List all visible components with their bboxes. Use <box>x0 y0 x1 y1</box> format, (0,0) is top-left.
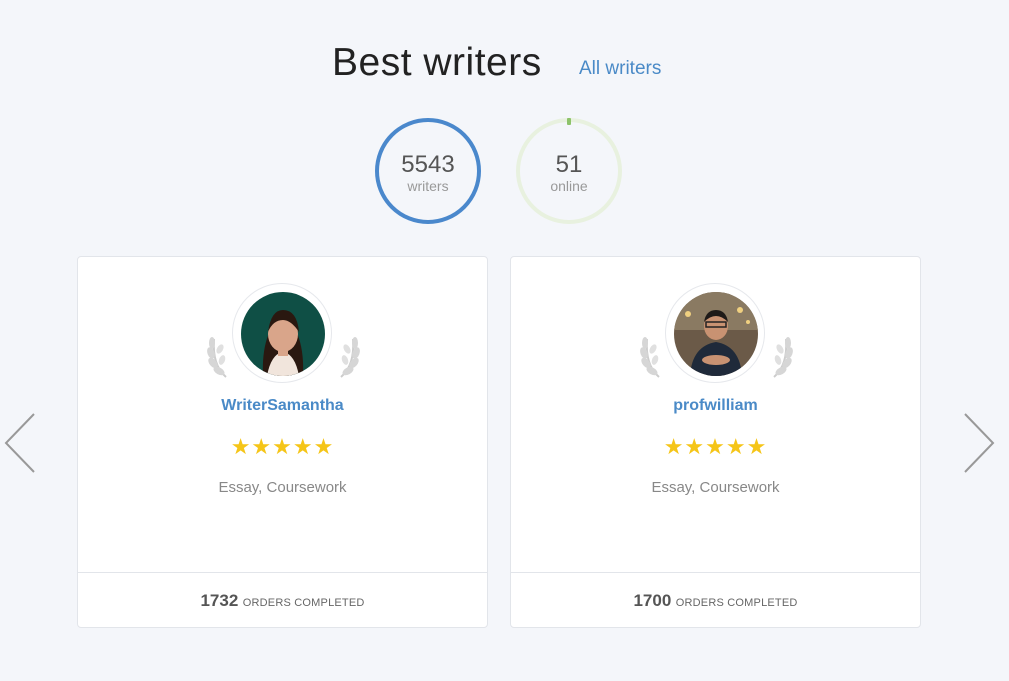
writer-subjects: Essay, Coursework <box>651 479 780 496</box>
page-title: Best writers <box>332 41 542 84</box>
writers-count: 5543 <box>401 151 455 178</box>
writer-card[interactable]: WriterSamantha ★★★★★ Essay, Coursework 1… <box>77 256 488 628</box>
online-label: online <box>550 178 588 194</box>
avatar-frame <box>232 283 332 383</box>
laurel-left-icon <box>640 337 660 378</box>
writer-name[interactable]: WriterSamantha <box>78 396 487 416</box>
orders-count: 1700 <box>633 591 672 610</box>
writer-card[interactable]: profwilliam ★★★★★ Essay, Coursework 1700… <box>510 256 921 628</box>
chevron-left-icon <box>4 413 35 473</box>
orders-completed: 1732 ORDERS COMPLETED <box>78 572 487 627</box>
laurel-left-icon <box>207 337 227 378</box>
rating-stars: ★★★★★ <box>230 434 335 459</box>
writers-label: writers <box>407 178 449 194</box>
orders-count: 1732 <box>200 591 239 610</box>
chevron-right-icon <box>964 413 995 473</box>
orders-label: ORDERS COMPLETED <box>675 597 798 609</box>
avatar <box>674 292 758 376</box>
writers-count-badge: 5543 writers <box>375 118 481 224</box>
avatar-frame <box>665 283 765 383</box>
online-count-badge: 51 online <box>516 118 622 224</box>
laurel-right-icon <box>340 337 360 378</box>
rating-stars: ★★★★★ <box>663 434 768 459</box>
section-header: Best writers All writers <box>0 40 1009 90</box>
orders-completed: 1700 ORDERS COMPLETED <box>511 572 920 627</box>
laurel-right-icon <box>773 337 793 378</box>
writer-subjects: Essay, Coursework <box>218 479 347 496</box>
online-progress-tick <box>567 118 571 125</box>
avatar <box>241 292 325 376</box>
all-writers-link[interactable]: All writers <box>579 58 661 80</box>
orders-label: ORDERS COMPLETED <box>242 597 365 609</box>
online-count: 51 <box>555 151 583 178</box>
carousel-next-button[interactable] <box>962 412 996 474</box>
carousel-prev-button[interactable] <box>3 412 37 474</box>
writer-name[interactable]: profwilliam <box>511 396 920 416</box>
